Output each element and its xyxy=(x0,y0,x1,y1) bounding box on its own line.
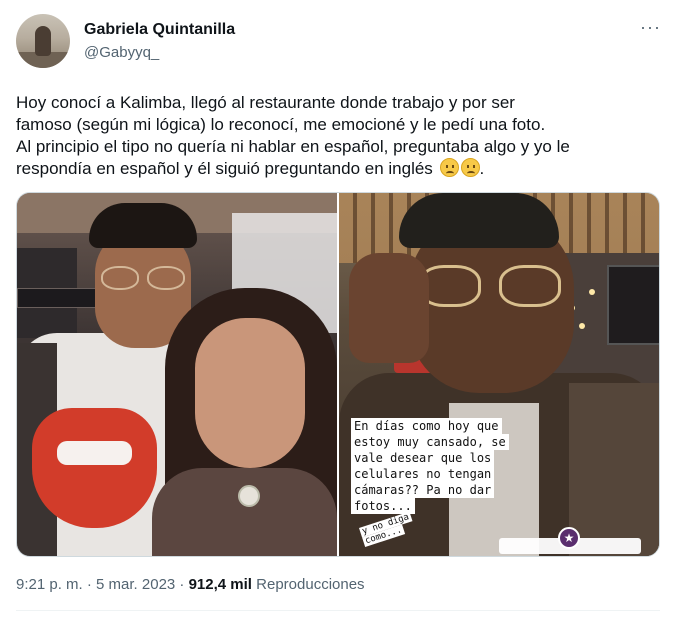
photo-hand xyxy=(349,253,429,363)
photo-woman-face xyxy=(195,318,305,468)
author-display-name[interactable]: Gabriela Quintanilla xyxy=(84,21,235,39)
tweet-text-line: Hoy conocí a Kalimba, llegó al restauran… xyxy=(16,93,515,112)
story-caption-line: fotos... xyxy=(351,498,415,514)
tweet-text: Hoy conocí a Kalimba, llegó al restauran… xyxy=(16,92,666,180)
tweet-text-line: respondía en español y él siguió pregunt… xyxy=(16,159,433,178)
photo-tongue-logo-teeth xyxy=(57,441,132,465)
story-caption-line: cámaras?? Pa no dar xyxy=(351,482,495,498)
photo-bg-sign-strip xyxy=(17,288,97,308)
tweet-text-line: famoso (según mi lógica) lo reconocí, me… xyxy=(16,115,546,134)
story-caption-line: estoy muy cansado, se xyxy=(351,434,509,450)
glasses-lens xyxy=(147,266,185,290)
glasses-lens xyxy=(101,266,139,290)
views-count: 912,4 mil xyxy=(188,576,252,593)
story-caption-line: vale desear que los xyxy=(351,450,495,466)
photo-glasses xyxy=(419,265,569,307)
avatar[interactable] xyxy=(16,14,70,68)
photo-selfie[interactable] xyxy=(17,193,337,556)
photo-woman-shirt xyxy=(152,468,337,556)
story-star-sticker-icon: ★ xyxy=(558,527,580,549)
timestamp[interactable]: 9:21 p. m. · 5 mar. 2023 · xyxy=(16,576,189,593)
story-caption-line: celulares no tengan xyxy=(351,466,495,482)
avatar-figure xyxy=(35,26,51,56)
tweet-text-end: . xyxy=(479,159,485,178)
photo-bg-tv xyxy=(607,265,659,345)
photo-tongue-logo xyxy=(32,408,157,528)
divider xyxy=(16,610,660,611)
story-caption-line: En días como hoy que xyxy=(351,418,502,434)
glasses-lens xyxy=(499,265,561,307)
story-caption: En días como hoy que estoy muy cansado, … xyxy=(351,418,551,514)
views-label: Reproducciones xyxy=(251,576,365,593)
tweet-text-line: Al principio el tipo no quería ni hablar… xyxy=(16,137,570,156)
confused-face-emoji-icon xyxy=(439,158,459,177)
more-horizontal-icon[interactable]: ··· xyxy=(640,18,661,36)
photo-story[interactable]: En días como hoy que estoy muy cansado, … xyxy=(339,193,659,556)
tweet-card: Gabriela Quintanilla @Gabyyq_ ··· Hoy co… xyxy=(0,0,675,618)
author-handle[interactable]: @Gabyyq_ xyxy=(84,44,159,61)
tweet-text-line-last: respondía en español y él siguió pregunt… xyxy=(16,158,666,180)
photo-hair xyxy=(399,193,559,248)
photo-jacket-lapel xyxy=(569,383,659,556)
photo-woman-badge xyxy=(238,485,260,507)
photo-man-glasses xyxy=(101,266,187,290)
confused-face-emoji-icon xyxy=(460,158,480,177)
media-grid: En días como hoy que estoy muy cansado, … xyxy=(16,192,660,557)
photo-man-hair xyxy=(89,203,197,248)
tweet-meta: 9:21 p. m. · 5 mar. 2023 · 912,4 mil Rep… xyxy=(16,576,365,593)
